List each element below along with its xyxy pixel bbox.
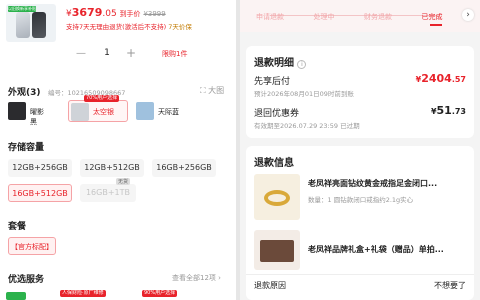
- step-apply: 申请退款: [256, 13, 284, 21]
- coupon-label: 退回优惠券: [254, 109, 300, 119]
- package-label: 套餐: [8, 222, 27, 232]
- refund-info-card: 退款信息 老凤祥亮面钻纹黄金戒指足金闭口... 数量：1 圆钻款闭口戒指约2.1…: [246, 146, 474, 300]
- quantity-row: — 1 + 限购1件: [66, 46, 236, 62]
- color-swatch: [8, 102, 26, 120]
- storage-12-256[interactable]: 12GB+256GB: [8, 159, 72, 177]
- storage-label: 存储容量: [8, 143, 45, 153]
- product-spec-panel: 以旧换新享补贴 ¥3679.05 到手价 ¥3999 支持7天无理由退货(激活后…: [0, 0, 236, 300]
- return-policy: 支持7天无理由退货(激活后不支持) 7天价保: [66, 23, 192, 31]
- refund-detail-title: 退款明细 i: [254, 54, 307, 69]
- pay-later-note: 预计2026年08月01日09时前到账: [254, 90, 354, 98]
- item1-sub: 数量：1 圆钻款闭口戒指约2.1g实心: [308, 196, 414, 204]
- color-option-black[interactable]: 曜影黑: [8, 102, 48, 126]
- color-swatch: [71, 103, 89, 121]
- item2-title[interactable]: 老凤祥品牌礼盒+礼袋（赠品）单拍...: [308, 244, 468, 255]
- package-official[interactable]: 【官方标配】: [8, 237, 56, 255]
- storage-12-512[interactable]: 12GB+512GB: [80, 159, 144, 177]
- refund-panel: 申请退款 处理中 财务退款 已完成 › 退款明细 i 先享后付 ¥2404.57…: [240, 0, 480, 300]
- storage-16-512[interactable]: 16GB+512GB: [8, 184, 72, 202]
- color-option-blue[interactable]: 天际蓝: [136, 102, 186, 122]
- ring-product-image[interactable]: [254, 174, 300, 220]
- original-price: ¥3999: [143, 10, 166, 18]
- refund-info-title: 退款信息: [254, 158, 294, 169]
- out-of-stock-tag: 无货: [116, 178, 131, 185]
- chevron-right-icon: ›: [218, 274, 221, 282]
- color-swatch: [136, 102, 154, 120]
- active-step-indicator: [430, 24, 442, 26]
- step-finance: 财务退款: [364, 13, 392, 21]
- view-all-services[interactable]: 查看全部12项 ›: [172, 273, 221, 283]
- product-thumbnail[interactable]: 以旧换新享补贴: [6, 4, 56, 42]
- reason-label: 退款原因: [254, 281, 286, 290]
- gift-box-image[interactable]: [254, 230, 300, 270]
- refund-detail-card: 退款明细 i 先享后付 ¥2404.57 预计2026年08月01日09时前到账…: [246, 46, 474, 138]
- price: ¥3679.05 到手价 ¥3999: [66, 6, 166, 19]
- coupon-note: 有效期至2026.07.29 23:59 已过期: [254, 122, 360, 130]
- step-completed: 已完成: [421, 13, 443, 21]
- storage-16-256[interactable]: 16GB+256GB: [152, 159, 216, 177]
- view-large-button[interactable]: ⛶ 大图: [200, 85, 224, 96]
- pay-later-amount: ¥2404.57: [415, 72, 466, 85]
- quantity-value[interactable]: 1: [96, 48, 118, 58]
- purchase-limit: 限购1件: [162, 50, 188, 58]
- reason-value: 不想要了: [434, 281, 466, 290]
- item1-title[interactable]: 老凤祥亮面钻纹黄金戒指足金闭口...: [308, 178, 468, 189]
- minus-button[interactable]: —: [76, 48, 86, 59]
- popular-tag: 70%用户选择: [84, 95, 120, 102]
- color-option-silver[interactable]: 太空银: [68, 100, 128, 122]
- service-thumb: [6, 292, 26, 300]
- appearance-label: 外观(3): [8, 88, 41, 98]
- zoom-icon: ⛶: [200, 86, 206, 95]
- pay-later-label: 先享后付: [254, 77, 291, 87]
- coupon-amount: ¥51.73: [430, 104, 466, 117]
- service-tag-popular: 90%用户选择: [142, 290, 178, 297]
- services-label: 优选服务: [8, 275, 45, 285]
- plus-button[interactable]: +: [126, 46, 136, 60]
- info-icon[interactable]: i: [297, 60, 307, 69]
- step-processing: 处理中: [313, 13, 335, 21]
- service-tag-insurance: 人保财险·原厂维修: [60, 290, 106, 297]
- chevron-right-icon[interactable]: ›: [462, 9, 474, 21]
- refund-progress: 申请退款 处理中 财务退款 已完成 ›: [240, 0, 480, 32]
- storage-16-1tb[interactable]: 16GB+1TB: [80, 184, 136, 202]
